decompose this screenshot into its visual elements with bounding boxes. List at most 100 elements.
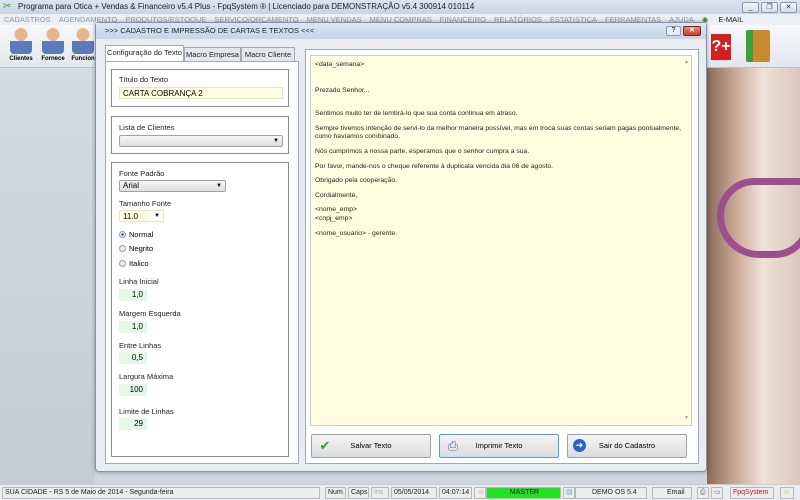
radio-label: Italico — [129, 259, 149, 268]
app-icon: ✂ — [3, 1, 12, 12]
letter-textarea[interactable]: <data_semana> Prezado Senhor... Sentimos… — [310, 55, 692, 426]
largura-label: Largura Máxima — [119, 372, 174, 381]
status-cidade: SUA CIDADE - RS 5 de Maio de 2014 - Segu… — [2, 487, 320, 499]
letter-line: <data_semana> — [315, 61, 365, 68]
document-icon: ▤ — [563, 487, 575, 499]
checkmark-icon: ✔ — [319, 438, 331, 453]
dialog-help-button[interactable]: ? — [666, 26, 681, 36]
status-caps: Caps — [348, 487, 369, 499]
sair-cadastro-button[interactable]: ➜ Sair do Cadastro — [567, 434, 687, 458]
status-brand: FpqSystem — [730, 487, 774, 499]
tamanho-value: 11.0 — [123, 212, 138, 221]
radio-negrito[interactable]: Negrito — [119, 244, 153, 253]
button-label: Salvar Texto — [350, 441, 392, 450]
chevron-down-icon: ▼ — [216, 183, 222, 189]
letter-line: Obrigado pela cooperação. — [315, 177, 397, 185]
status-date: 05/05/2014 — [391, 487, 437, 499]
user-icon: ☺ — [780, 487, 794, 499]
config-panel: Título do Texto CARTA COBRANÇA 2 Lista d… — [105, 61, 299, 464]
tab-macro-cliente[interactable]: Macro Cliente — [241, 47, 295, 61]
letter-line: Nós cumprimos a nossa parte, esperamos q… — [315, 147, 530, 155]
tab-macro-empresa[interactable]: Macro Empresa — [184, 47, 241, 61]
letter-scrollbar[interactable]: ▲ ▼ — [682, 56, 691, 425]
toolbar-label: Clientes — [9, 56, 33, 62]
imprimir-texto-button[interactable]: ⎙ Imprimir Texto — [439, 434, 559, 458]
dialog-title: >>> CADASTRO E IMPRESSÃO DE CARTAS E TEX… — [96, 23, 706, 39]
user-icon — [42, 28, 64, 54]
limite-label: Limite de Linhas — [119, 407, 174, 416]
clientes-group: Lista de Clientes ▼ — [111, 116, 289, 154]
minimize-button[interactable]: _ — [742, 2, 759, 13]
fonte-value: Arial — [123, 181, 140, 190]
letter-line: Por favor, mande-nos o cheque referente … — [315, 162, 554, 170]
clientes-label: Lista de Clientes — [119, 123, 175, 132]
fonte-label: Fonte Padrão — [119, 169, 165, 178]
letter-panel: <data_semana> Prezado Senhor... Sentimos… — [305, 49, 699, 464]
letter-line: Cordialmente, — [315, 191, 358, 199]
radio-italico[interactable]: Italico — [119, 259, 149, 268]
button-label: Imprimir Texto — [475, 441, 523, 450]
status-version: DEMO OS 5.4 — [575, 487, 647, 499]
radio-label: Negrito — [129, 244, 154, 253]
status-user: MASTER — [486, 487, 561, 499]
clientes-select[interactable]: ▼ — [119, 135, 283, 147]
entre-linhas-input[interactable]: 0,5 — [119, 352, 147, 364]
desktop-background — [0, 68, 95, 484]
tab-configuracao-texto[interactable]: Configuração do Texto — [105, 45, 184, 62]
radio-checked-icon — [119, 231, 126, 238]
user-icon: ☺ — [474, 487, 486, 499]
salvar-texto-button[interactable]: ✔ Salvar Texto — [311, 434, 431, 458]
letter-line: Sentimos muito ter de lembrá-lo que sua … — [315, 110, 518, 118]
titulo-input[interactable]: CARTA COBRANÇA 2 — [119, 87, 283, 99]
button-label: Sair do Cadastro — [598, 441, 656, 450]
status-time: 04:07:14 — [439, 487, 472, 499]
app-title-bar: Programa para Otica + Vendas & Financeir… — [0, 0, 800, 14]
toolbar-fornece-button[interactable]: Fornece — [38, 28, 68, 62]
status-email-button[interactable]: Email — [652, 487, 692, 499]
linha-inicial-label: Linha Inicial — [119, 277, 159, 286]
menu-cadastros[interactable]: CADASTROS — [4, 15, 51, 24]
radio-unchecked-icon — [119, 260, 126, 267]
titulo-label: Título do Texto — [119, 75, 169, 84]
margem-input[interactable]: 1,0 — [119, 321, 147, 333]
radio-normal[interactable]: Normal — [119, 230, 153, 239]
status-ins: Ins — [371, 487, 389, 499]
toolbar-label: Fornece — [41, 56, 65, 62]
entre-linhas-label: Entre Linhas — [119, 341, 162, 350]
radio-unchecked-icon — [119, 245, 126, 252]
printer-icon[interactable]: ⎙ — [697, 487, 709, 499]
cartas-dialog: >>> CADASTRO E IMPRESSÃO DE CARTAS E TEX… — [95, 22, 707, 472]
tamanho-select[interactable]: 11.0 ▼ — [119, 210, 164, 222]
status-bar: SUA CIDADE - RS 5 de Maio de 2014 - Segu… — [0, 484, 800, 500]
monitor-icon[interactable]: ▭ — [711, 487, 723, 499]
menu-email-label: E-MAIL — [718, 15, 744, 24]
tamanho-label: Tamanho Fonte — [119, 199, 172, 208]
letter-line: <nome_usuario> - gerente. — [315, 229, 397, 237]
largura-input[interactable]: 100 — [119, 384, 147, 396]
employee-icon — [72, 28, 94, 54]
close-app-button[interactable]: ✕ — [780, 2, 797, 13]
toolbar-clientes-button[interactable]: Clientes — [6, 28, 36, 62]
chevron-down-icon: ▼ — [154, 213, 160, 219]
background-photo — [707, 68, 800, 484]
radio-label: Normal — [129, 230, 154, 239]
chevron-down-icon: ▼ — [273, 138, 279, 144]
restore-button[interactable]: ❐ — [761, 2, 778, 13]
titulo-group: Título do Texto CARTA COBRANÇA 2 — [111, 69, 289, 107]
letter-line: Prezado Senhor... — [315, 86, 370, 94]
fonte-select[interactable]: Arial ▼ — [119, 180, 226, 192]
arrow-right-circle-icon: ➜ — [573, 439, 586, 452]
toolbar-label: Funcion — [71, 56, 95, 62]
printer-icon: ⎙ — [447, 438, 459, 453]
exit-door-icon[interactable] — [746, 30, 770, 62]
letter-line: Sempre tivemos intenção de servi-lo da m… — [315, 124, 682, 141]
linha-inicial-input[interactable]: 1,0 — [119, 289, 147, 301]
dialog-close-button[interactable]: ✕ — [683, 26, 701, 36]
app-title: Programa para Otica + Vendas & Financeir… — [18, 2, 475, 11]
letter-line: <nome_emp> <cnpj_emp> — [315, 206, 357, 222]
formatacao-group: Fonte Padrão Arial ▼ Tamanho Fonte 11.0 ▼ … — [111, 162, 289, 457]
limite-input[interactable]: 29 — [119, 418, 147, 430]
help-plus-icon[interactable]: ?+ — [711, 34, 731, 60]
toolbar-funcion-button[interactable]: Funcion — [68, 28, 98, 62]
menu-email[interactable]: ◉ E-MAIL — [702, 15, 752, 24]
